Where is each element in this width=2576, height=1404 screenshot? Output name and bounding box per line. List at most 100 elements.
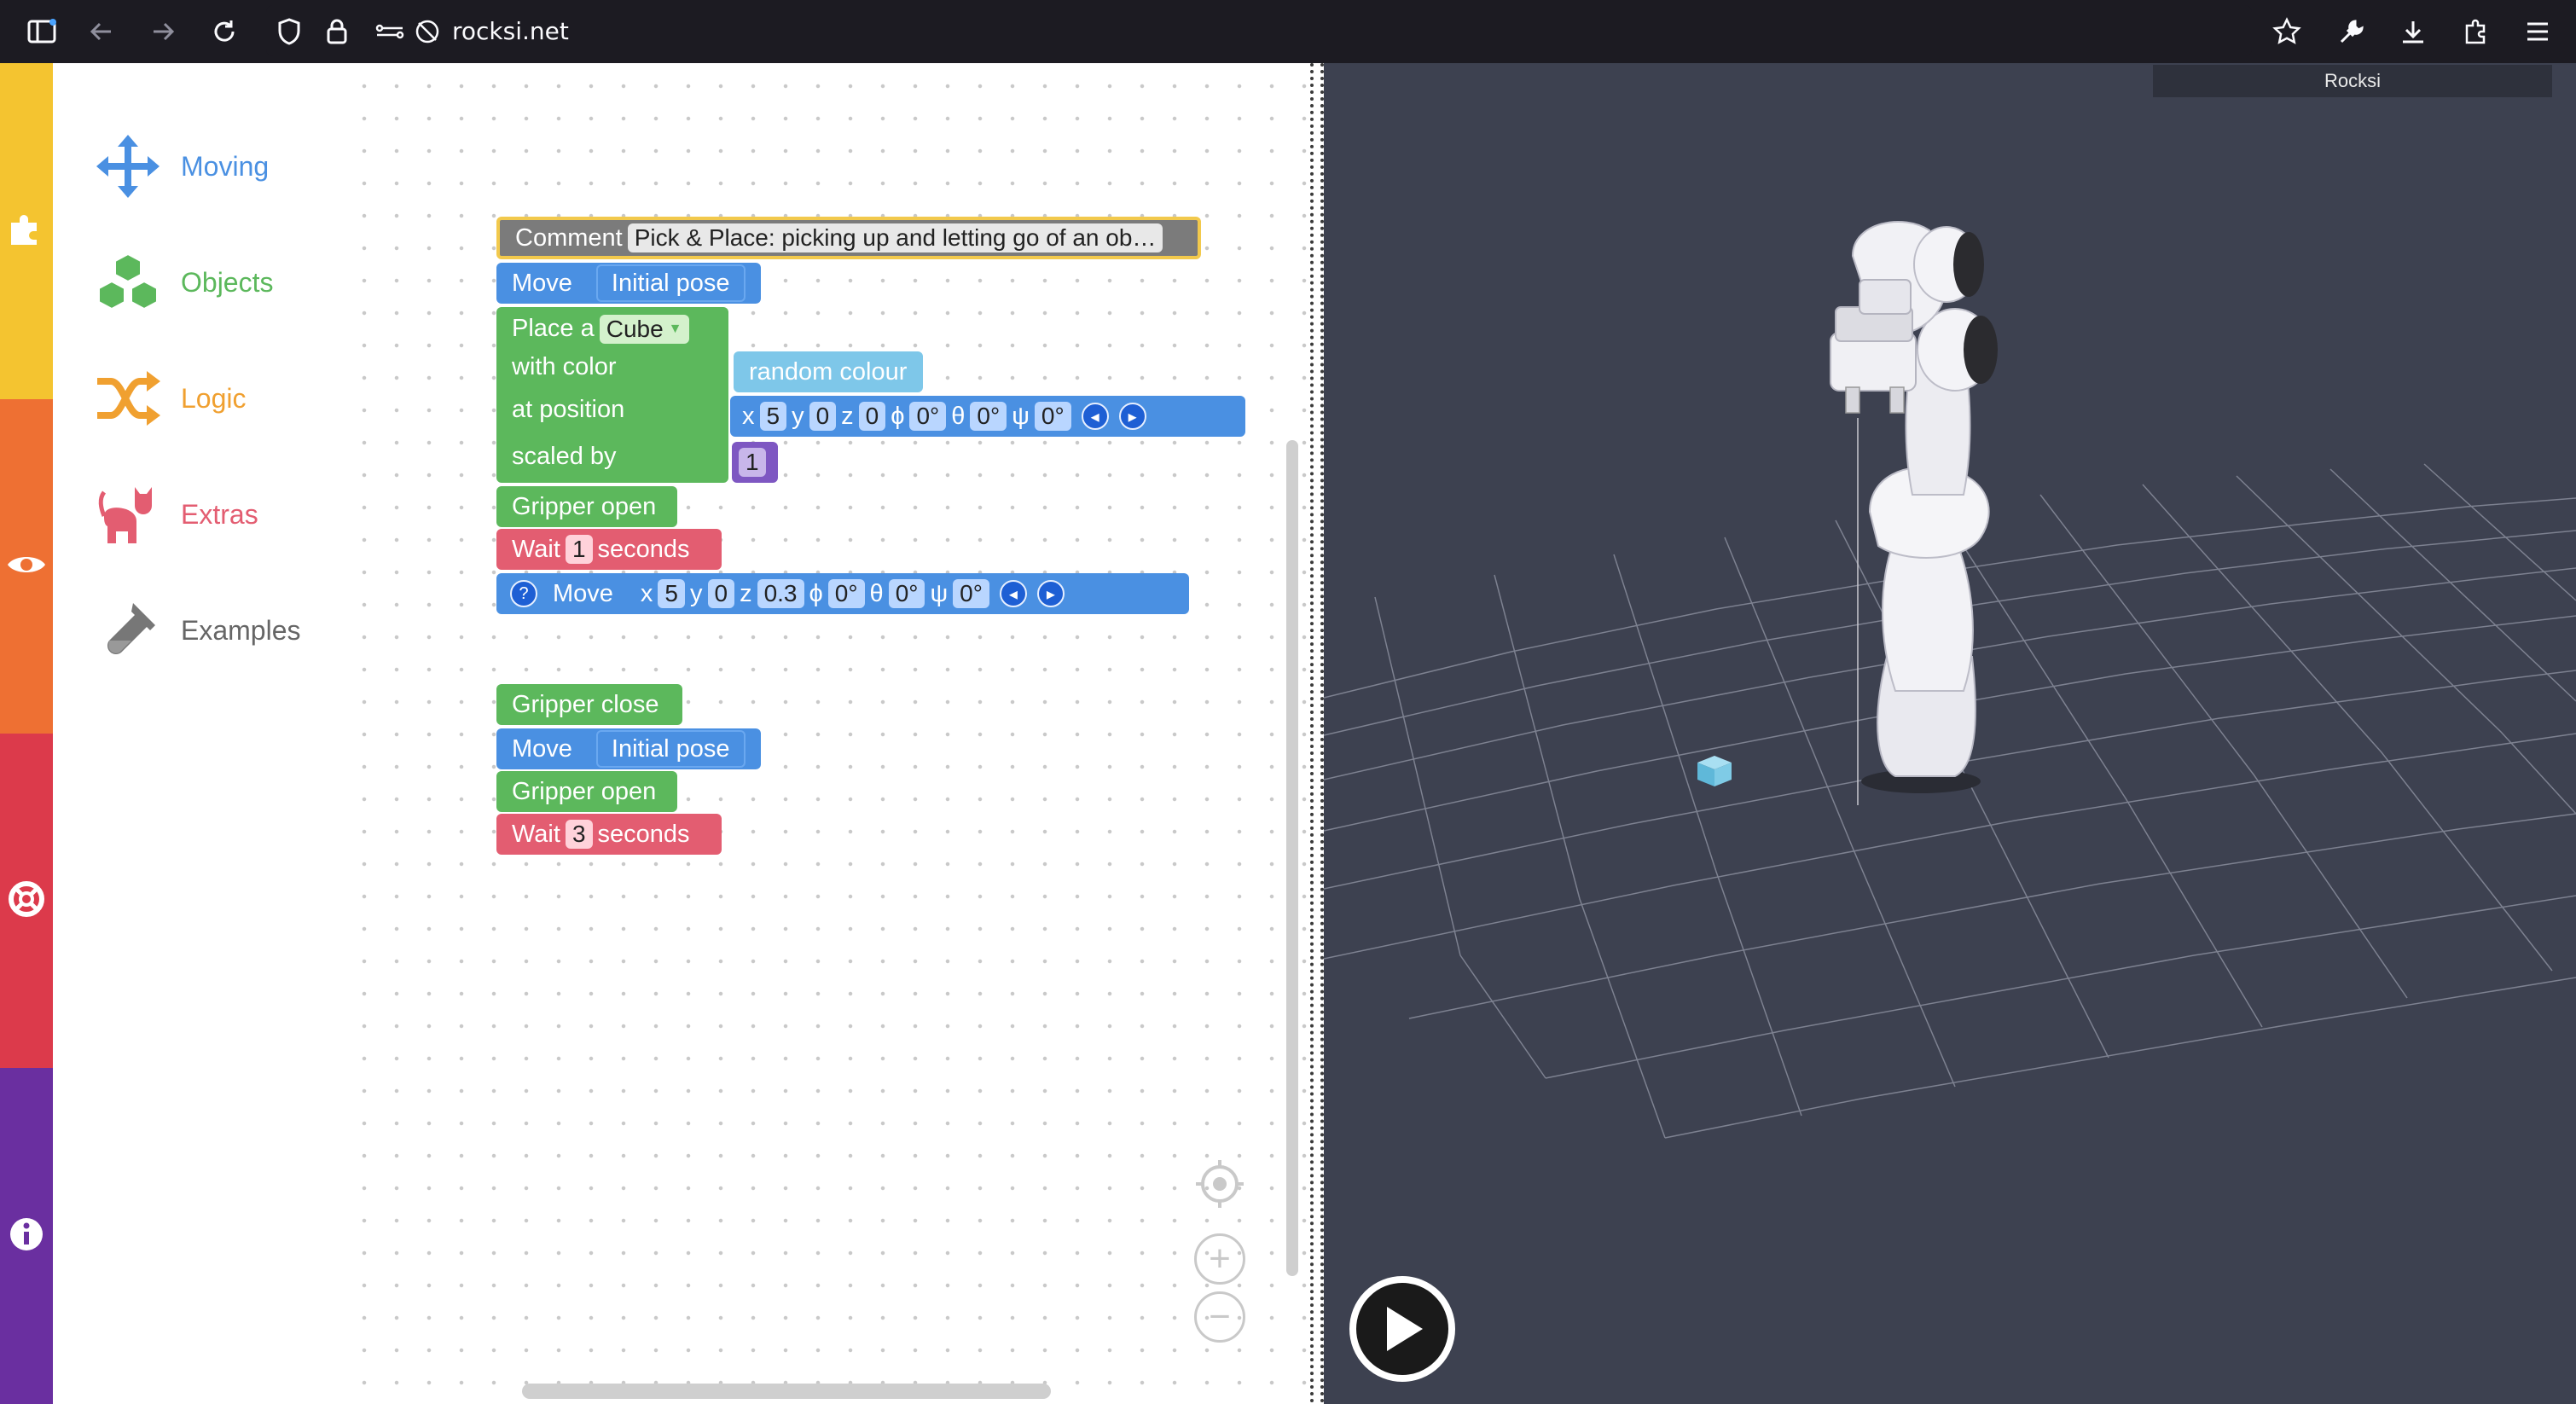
move-label: Move xyxy=(512,269,572,297)
back-icon[interactable] xyxy=(78,9,125,55)
theta-label: θ xyxy=(869,579,884,607)
shield-icon[interactable] xyxy=(266,9,312,55)
move-label: Move xyxy=(512,734,572,763)
z-field[interactable]: 0 xyxy=(858,402,886,431)
play-button[interactable] xyxy=(1349,1276,1455,1382)
workspace-horizontal-scrollbar[interactable] xyxy=(522,1384,1051,1399)
category-objects[interactable]: Objects xyxy=(92,244,273,321)
category-logic[interactable]: Logic xyxy=(92,360,247,437)
panel-divider[interactable] xyxy=(1310,63,1324,1404)
object-dropdown[interactable]: Cube ▼ xyxy=(599,314,689,344)
cubes-icon xyxy=(92,247,164,318)
view-mode-tab[interactable] xyxy=(0,399,53,734)
wait-seconds-field[interactable]: 1 xyxy=(565,535,593,564)
category-label: Examples xyxy=(181,614,301,646)
wrench-icon[interactable] xyxy=(2329,9,2375,55)
zoom-out-icon[interactable]: − xyxy=(1194,1291,1245,1343)
help-icon[interactable]: ? xyxy=(510,580,537,607)
psi-label: ψ xyxy=(930,579,949,607)
comment-text-field[interactable]: Pick & Place: picking up and letting go … xyxy=(627,223,1163,252)
recenter-icon[interactable] xyxy=(1194,1158,1245,1210)
category-label: Extras xyxy=(181,498,258,530)
zoom-in-icon[interactable]: + xyxy=(1194,1233,1245,1285)
category-examples[interactable]: Examples xyxy=(92,592,301,669)
download-icon[interactable] xyxy=(2390,9,2436,55)
y-field[interactable]: 0 xyxy=(707,579,735,608)
scale-number-block[interactable]: 1 xyxy=(732,442,778,483)
get-pose-icon[interactable]: ◂ xyxy=(999,580,1027,607)
scaled-by-label: scaled by xyxy=(512,443,617,471)
initial-pose-block[interactable]: Initial pose xyxy=(595,264,746,302)
tracking-protection-icon[interactable] xyxy=(404,9,450,55)
menu-icon[interactable] xyxy=(2515,9,2561,55)
y-field[interactable]: 0 xyxy=(809,402,837,431)
category-extras[interactable]: Extras xyxy=(92,476,258,553)
gripper-open-block[interactable]: Gripper open xyxy=(496,486,677,527)
position-block[interactable]: x 5 y 0 z 0 ϕ 0° θ 0° ψ 0° ◂ ▸ xyxy=(730,396,1245,437)
theta-field[interactable]: 0° xyxy=(970,402,1007,431)
initial-pose-block[interactable]: Initial pose xyxy=(595,730,746,768)
gripper-open-block[interactable]: Gripper open xyxy=(496,771,677,812)
random-colour-block[interactable]: random colour xyxy=(734,351,923,392)
seconds-label: seconds xyxy=(597,535,690,563)
move-arrows-icon xyxy=(92,131,164,202)
move-block[interactable]: Move Initial pose xyxy=(496,728,761,769)
gripper-close-label: Gripper close xyxy=(512,690,659,718)
move-block[interactable]: Move Initial pose xyxy=(496,263,761,304)
viewer-title: Rocksi xyxy=(2153,65,2552,97)
place-object-block[interactable]: Place a Cube ▼ with color at position sca… xyxy=(496,307,728,483)
reload-icon[interactable] xyxy=(201,9,247,55)
get-pose-icon[interactable]: ◂ xyxy=(1081,403,1109,430)
x-field[interactable]: 5 xyxy=(658,579,685,608)
y-label: y xyxy=(690,579,703,607)
wait-label: Wait xyxy=(512,820,560,848)
set-pose-icon[interactable]: ▸ xyxy=(1118,403,1146,430)
workspace-vertical-scrollbar[interactable] xyxy=(1286,440,1298,1276)
address-bar[interactable]: rocksi.net xyxy=(266,5,2252,56)
scale-field[interactable]: 1 xyxy=(739,448,766,477)
move-label: Move xyxy=(553,579,613,607)
category-moving[interactable]: Moving xyxy=(92,128,269,205)
forward-icon[interactable] xyxy=(140,9,186,55)
comment-block[interactable]: Comment Pick & Place: picking up and let… xyxy=(496,217,1201,259)
info-icon xyxy=(8,1215,45,1257)
z-label: z xyxy=(841,402,854,430)
seconds-label: seconds xyxy=(597,820,690,848)
lock-icon[interactable] xyxy=(314,9,360,55)
gripper-close-block[interactable]: Gripper close xyxy=(496,684,682,725)
psi-field[interactable]: 0° xyxy=(1034,402,1071,431)
place-label: Place a xyxy=(512,315,595,343)
category-label: Logic xyxy=(181,382,247,414)
wait-block[interactable]: Wait 1 seconds xyxy=(496,529,722,570)
sidebar-toggle-icon[interactable] xyxy=(19,9,65,55)
lifebuoy-icon xyxy=(8,880,45,922)
help-tab[interactable] xyxy=(0,734,53,1068)
browser-toolbar: rocksi.net xyxy=(0,0,2576,63)
dropdown-arrow-icon: ▼ xyxy=(668,321,682,336)
blocks-mode-tab[interactable] xyxy=(0,63,53,399)
theta-label: θ xyxy=(951,402,966,430)
phi-field[interactable]: 0° xyxy=(909,402,947,431)
x-label: x xyxy=(640,579,653,607)
shuffle-icon xyxy=(92,363,164,434)
theta-field[interactable]: 0° xyxy=(888,579,925,608)
block-workspace[interactable]: Comment Pick & Place: picking up and let… xyxy=(341,63,1310,1404)
move-to-position-block[interactable]: ? Move x 5 y 0 z 0.3 ϕ 0° θ 0° ψ 0° ◂ ▸ xyxy=(496,573,1189,614)
info-tab[interactable] xyxy=(0,1068,53,1404)
y-label: y xyxy=(792,402,804,430)
robot-3d-view[interactable]: Rocksi xyxy=(1324,63,2576,1404)
set-pose-icon[interactable]: ▸ xyxy=(1036,580,1065,607)
z-field[interactable]: 0.3 xyxy=(757,579,804,608)
bookmark-star-icon[interactable] xyxy=(2264,9,2310,55)
extensions-icon[interactable] xyxy=(2453,9,2499,55)
phi-field[interactable]: 0° xyxy=(827,579,865,608)
play-icon xyxy=(1387,1307,1423,1351)
psi-field[interactable]: 0° xyxy=(953,579,989,608)
wait-block[interactable]: Wait 3 seconds xyxy=(496,814,722,855)
robot-arm xyxy=(1830,221,1998,793)
x-field[interactable]: 5 xyxy=(759,402,787,431)
wait-seconds-field[interactable]: 3 xyxy=(565,820,593,849)
url-text: rocksi.net xyxy=(452,17,569,45)
x-label: x xyxy=(742,402,755,430)
category-label: Objects xyxy=(181,266,274,298)
